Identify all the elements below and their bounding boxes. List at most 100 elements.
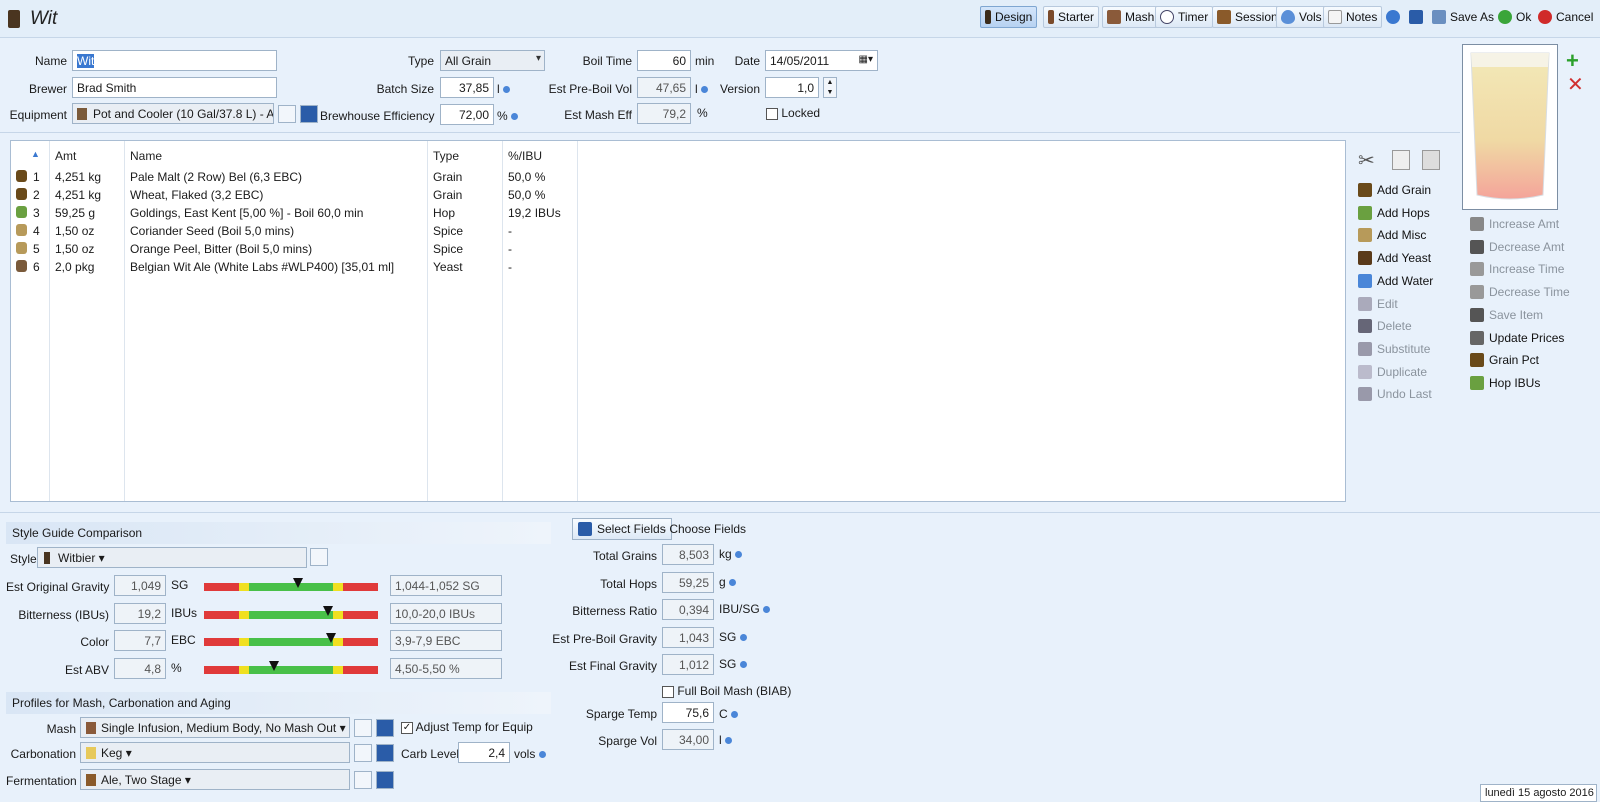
field-value: 8,503: [662, 544, 714, 565]
triangle-up-icon: [1470, 262, 1484, 277]
action-add-hops[interactable]: Add Hops: [1358, 205, 1430, 220]
action-grain-pct[interactable]: Grain Pct: [1470, 353, 1539, 368]
col-header-name[interactable]: Name: [130, 149, 162, 163]
action-add-grain[interactable]: Add Grain: [1358, 183, 1431, 197]
tab-timer[interactable]: Timer: [1155, 6, 1214, 28]
biab-checkbox[interactable]: Full Boil Mash (BIAB): [662, 684, 791, 698]
date-field[interactable]: 14/05/2011 ▦▾: [765, 50, 878, 71]
table-row[interactable]: 6 2,0 pkg Belgian Wit Ale (White Labs #WLP…: [11, 258, 591, 276]
edit-carbonation-button[interactable]: [354, 744, 372, 762]
row-number: 1: [33, 170, 40, 184]
save-as-button[interactable]: Save As: [1432, 6, 1494, 28]
carb-level-field[interactable]: 2,4: [458, 742, 510, 763]
field-unit: SG: [719, 630, 747, 644]
version-spinner[interactable]: ▲ ▼: [823, 77, 837, 98]
field-unit: kg: [719, 547, 743, 561]
paste-icon[interactable]: [1422, 150, 1440, 170]
field-unit: g: [719, 575, 737, 589]
carbonation-select[interactable]: Keg ▾: [80, 742, 350, 763]
save-item-icon: [1470, 307, 1484, 322]
edit-mash-button[interactable]: [354, 719, 372, 737]
save-mash-button[interactable]: [376, 719, 394, 737]
row-pct: -: [508, 260, 512, 274]
style-row-label: Bitterness (IBUs): [18, 607, 109, 622]
version-field[interactable]: 1,0: [765, 77, 819, 98]
save-carbonation-button[interactable]: [376, 744, 394, 762]
info-dot-icon: [735, 551, 743, 558]
save-button[interactable]: [1409, 6, 1423, 28]
locked-checkbox[interactable]: Locked: [766, 106, 820, 120]
row-pct: 50,0 %: [508, 170, 546, 184]
type-select[interactable]: All Grain ▾: [440, 50, 545, 71]
action-duplicate[interactable]: Duplicate: [1358, 364, 1427, 379]
row-amount: 4,251 kg: [55, 188, 102, 202]
action-hop-ibus[interactable]: Hop IBUs: [1470, 375, 1540, 390]
col-header-amt[interactable]: Amt: [55, 149, 76, 163]
action-delete[interactable]: Delete: [1358, 319, 1412, 334]
table-row[interactable]: 5 1,50 oz Orange Peel, Bitter (Boil 5,0 mi…: [11, 240, 591, 258]
tab-vols[interactable]: Vols: [1276, 6, 1327, 28]
table-row[interactable]: 1 4,251 kg Pale Malt (2 Row) Bel (6,3 EBC)…: [11, 168, 591, 186]
brewer-field[interactable]: Brad Smith: [72, 77, 277, 98]
cut-icon[interactable]: ✂: [1358, 148, 1382, 172]
select-fields-button[interactable]: Select Fields: [572, 518, 672, 540]
row-amount: 1,50 oz: [55, 242, 95, 256]
action-decrease-amt[interactable]: Decrease Amt: [1470, 239, 1564, 254]
sort-icon[interactable]: ▲: [31, 149, 40, 159]
adjust-temp-checkbox[interactable]: ✓ Adjust Temp for Equip: [401, 720, 533, 734]
row-amount: 2,0 pkg: [55, 260, 95, 274]
tab-session[interactable]: Session: [1212, 6, 1283, 28]
cancel-button[interactable]: Cancel: [1538, 6, 1593, 28]
action-add-yeast[interactable]: Add Yeast: [1358, 251, 1431, 266]
table-row[interactable]: 4 1,50 oz Coriander Seed (Boil 5,0 mins) Sp…: [11, 222, 591, 240]
tab-starter[interactable]: Starter: [1043, 6, 1100, 28]
tab-design[interactable]: Design: [980, 6, 1038, 28]
action-save-item[interactable]: Save Item: [1470, 307, 1543, 322]
action-increase-time[interactable]: Increase Time: [1470, 262, 1564, 277]
copy-icon[interactable]: [1392, 150, 1410, 170]
ok-button[interactable]: Ok: [1498, 6, 1531, 28]
action-decrease-time[interactable]: Decrease Time: [1470, 285, 1570, 300]
divider: [0, 512, 1600, 513]
fermentation-select[interactable]: Ale, Two Stage ▾: [80, 769, 350, 790]
edit-equipment-button[interactable]: [278, 105, 296, 123]
style-row-value: 19,2: [114, 602, 166, 624]
edit-style-button[interactable]: [310, 548, 328, 566]
help-button[interactable]: [1386, 6, 1400, 28]
action-substitute[interactable]: Substitute: [1358, 341, 1430, 356]
style-select[interactable]: Witbier ▾: [37, 547, 307, 568]
action-increase-amt[interactable]: Increase Amt: [1470, 217, 1559, 231]
table-row[interactable]: 3 59,25 g Goldings, East Kent [5,00 %] - B…: [11, 204, 591, 222]
row-type: Spice: [433, 224, 464, 238]
info-dot-icon: [739, 661, 747, 668]
edit-fermentation-button[interactable]: [354, 771, 372, 789]
notes-icon: [1328, 10, 1342, 24]
efficiency-field[interactable]: 72,00: [440, 104, 494, 125]
col-header-pct[interactable]: %/IBU: [508, 149, 542, 163]
action-undo-last[interactable]: Undo Last: [1358, 387, 1432, 402]
tab-mash[interactable]: Mash: [1102, 6, 1160, 28]
equipment-select[interactable]: Pot and Cooler (10 Gal/37.8 L) - All G: [72, 103, 274, 124]
col-header-type[interactable]: Type: [433, 149, 459, 163]
style-row-value: 4,8: [114, 657, 166, 679]
ingredient-grid[interactable]: ▲ Amt Name Type %/IBU 1 4,251 kg Pale Malt…: [10, 140, 1346, 502]
add-icon[interactable]: +: [1566, 48, 1579, 74]
action-add-water[interactable]: Add Water: [1358, 273, 1433, 288]
info-dot-icon: [731, 711, 739, 718]
action-add-misc[interactable]: Add Misc: [1358, 228, 1426, 243]
action-edit[interactable]: Edit: [1358, 296, 1398, 311]
style-range-bar: [204, 665, 378, 674]
mash-profile-select[interactable]: Single Infusion, Medium Body, No Mash Ou…: [80, 717, 350, 738]
action-update-prices[interactable]: Update Prices: [1470, 330, 1564, 345]
tab-notes[interactable]: Notes: [1323, 6, 1383, 28]
sparge-temp-field[interactable]: 75,6: [662, 702, 714, 723]
remove-icon[interactable]: ✕: [1567, 72, 1584, 97]
style-row-range: 10,0-20,0 IBUs: [390, 602, 502, 624]
save-fermentation-button[interactable]: [376, 771, 394, 789]
table-row[interactable]: 2 4,251 kg Wheat, Flaked (3,2 EBC) Grain 50,…: [11, 186, 591, 204]
save-equipment-button[interactable]: [300, 105, 318, 123]
name-field[interactable]: Wit: [72, 50, 277, 71]
hop-ibus-icon: [1470, 375, 1484, 390]
boil-time-field[interactable]: 60: [637, 50, 691, 71]
batch-size-field[interactable]: 37,85: [440, 77, 494, 98]
